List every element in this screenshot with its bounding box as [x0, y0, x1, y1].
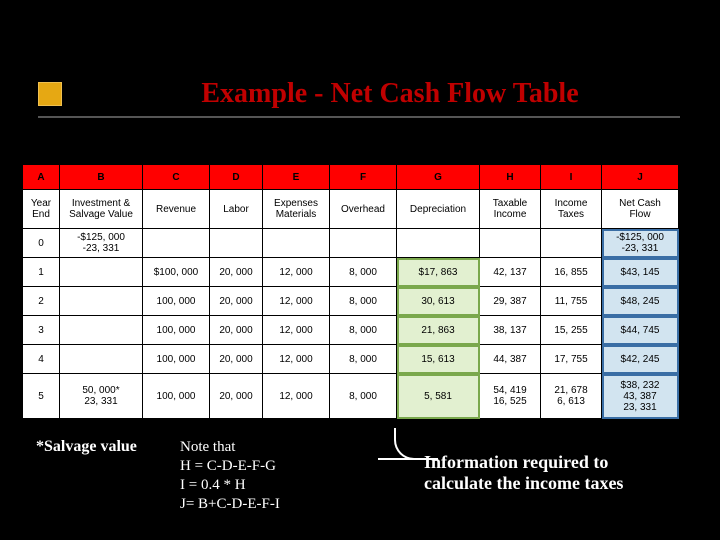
cell [397, 229, 480, 258]
cell: 30, 613 [397, 287, 480, 316]
hdr-income-taxes: IncomeTaxes [541, 190, 602, 229]
col-F: F [330, 165, 397, 190]
cell: 21, 863 [397, 316, 480, 345]
cell: -$125, 000-23, 331 [602, 229, 679, 258]
cell: 12, 000 [263, 316, 330, 345]
cell: -$125, 000-23, 331 [60, 229, 143, 258]
cell: 8, 000 [330, 316, 397, 345]
cell: 15, 613 [397, 345, 480, 374]
cell: 2 [23, 287, 60, 316]
cell: $42, 245 [602, 345, 679, 374]
cell: $100, 000 [143, 258, 210, 287]
cell: 16, 855 [541, 258, 602, 287]
hdr-revenue: Revenue [143, 190, 210, 229]
cell: $48, 245 [602, 287, 679, 316]
column-letter-row: A B C D E F G H I J [23, 165, 679, 190]
title-underline [38, 116, 680, 118]
cell: 15, 255 [541, 316, 602, 345]
cell: 54, 41916, 525 [480, 374, 541, 419]
cell [60, 258, 143, 287]
col-A: A [23, 165, 60, 190]
hdr-overhead: Overhead [330, 190, 397, 229]
hdr-net-cash-flow: Net CashFlow [602, 190, 679, 229]
col-J: J [602, 165, 679, 190]
col-G: G [397, 165, 480, 190]
table-row: 1 $100, 000 20, 000 12, 000 8, 000 $17, … [23, 258, 679, 287]
table-row: 4 100, 000 20, 000 12, 000 8, 000 15, 61… [23, 345, 679, 374]
info-callout: Information required to calculate the in… [424, 452, 690, 494]
cell: 12, 000 [263, 258, 330, 287]
cell: 0 [23, 229, 60, 258]
cell: 100, 000 [143, 316, 210, 345]
cashflow-table: A B C D E F G H I J YearEnd Investment &… [22, 164, 679, 419]
hdr-taxable-income: TaxableIncome [480, 190, 541, 229]
hdr-depreciation: Depreciation [397, 190, 480, 229]
cell: 100, 000 [143, 287, 210, 316]
cell: 5 [23, 374, 60, 419]
cell [60, 345, 143, 374]
cell [143, 229, 210, 258]
cell: 50, 000*23, 331 [60, 374, 143, 419]
cell: 12, 000 [263, 287, 330, 316]
col-B: B [60, 165, 143, 190]
cell: 21, 6786, 613 [541, 374, 602, 419]
cell [210, 229, 263, 258]
table-row: 3 100, 000 20, 000 12, 000 8, 000 21, 86… [23, 316, 679, 345]
cell: 3 [23, 316, 60, 345]
cell: $17, 863 [397, 258, 480, 287]
slide-title: Example - Net Cash Flow Table [100, 78, 680, 110]
cell: 20, 000 [210, 287, 263, 316]
cell [60, 287, 143, 316]
cell: 20, 000 [210, 374, 263, 419]
cell: 17, 755 [541, 345, 602, 374]
formula-note: Note that H = C-D-E-F-G I = 0.4 * H J= B… [180, 438, 280, 514]
cell: 12, 000 [263, 374, 330, 419]
cell: 8, 000 [330, 374, 397, 419]
cell: 8, 000 [330, 345, 397, 374]
cell: 1 [23, 258, 60, 287]
hdr-investment-salvage: Investment &Salvage Value [60, 190, 143, 229]
cell: 20, 000 [210, 316, 263, 345]
hdr-expenses-materials: ExpensesMaterials [263, 190, 330, 229]
table-row: 5 50, 000*23, 331 100, 000 20, 000 12, 0… [23, 374, 679, 419]
cell: 44, 387 [480, 345, 541, 374]
col-D: D [210, 165, 263, 190]
cell: $38, 23243, 38723, 331 [602, 374, 679, 419]
cell: 100, 000 [143, 374, 210, 419]
col-C: C [143, 165, 210, 190]
cell: 8, 000 [330, 287, 397, 316]
salvage-footnote: *Salvage value [36, 438, 137, 456]
col-E: E [263, 165, 330, 190]
cell: $44, 745 [602, 316, 679, 345]
cell: $43, 145 [602, 258, 679, 287]
cell [541, 229, 602, 258]
cell: 12, 000 [263, 345, 330, 374]
table-row: 0 -$125, 000-23, 331 -$125, 000-23, 331 [23, 229, 679, 258]
cell: 29, 387 [480, 287, 541, 316]
hdr-year-end: YearEnd [23, 190, 60, 229]
col-I: I [541, 165, 602, 190]
cell [330, 229, 397, 258]
cell: 38, 137 [480, 316, 541, 345]
col-H: H [480, 165, 541, 190]
cell: 8, 000 [330, 258, 397, 287]
title-bullet [38, 82, 62, 106]
cell: 20, 000 [210, 345, 263, 374]
cell: 4 [23, 345, 60, 374]
cell: 5, 581 [397, 374, 480, 419]
cell: 42, 137 [480, 258, 541, 287]
hdr-labor: Labor [210, 190, 263, 229]
table-row: 2 100, 000 20, 000 12, 000 8, 000 30, 61… [23, 287, 679, 316]
cell: 100, 000 [143, 345, 210, 374]
cell [263, 229, 330, 258]
slide: Example - Net Cash Flow Table A B C D E … [0, 0, 720, 540]
cell [60, 316, 143, 345]
cell: 11, 755 [541, 287, 602, 316]
cell: 20, 000 [210, 258, 263, 287]
column-header-row: YearEnd Investment &Salvage Value Revenu… [23, 190, 679, 229]
cell [480, 229, 541, 258]
